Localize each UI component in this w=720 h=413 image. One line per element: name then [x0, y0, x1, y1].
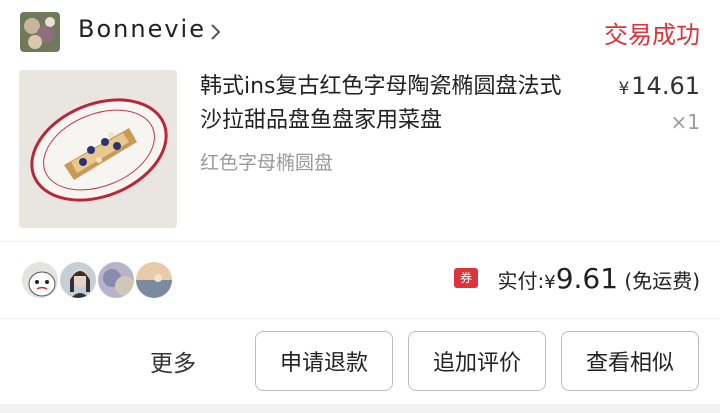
product-item[interactable]: 韩式ins复古红色字母陶瓷椭圆盘法式沙拉甜品盘鱼盘家用菜盘 红色字母椭圆盘 ¥1… — [0, 64, 720, 240]
product-title[interactable]: 韩式ins复古红色字母陶瓷椭圆盘法式沙拉甜品盘鱼盘家用菜盘 — [200, 70, 582, 138]
avatar[interactable] — [134, 260, 174, 300]
price-currency: ¥ — [618, 79, 630, 99]
more-button[interactable]: 更多 — [150, 344, 196, 378]
order-status: 交易成功 — [604, 21, 700, 49]
product-quantity: ×1 — [670, 110, 700, 134]
avatar[interactable] — [96, 260, 136, 300]
product-thumbnail[interactable] — [19, 70, 177, 228]
shop-name[interactable]: Bonnevie — [78, 15, 206, 43]
product-spec: 红色字母椭圆盘 — [200, 152, 334, 174]
shipping-note: (免运费) — [624, 269, 700, 293]
divider — [0, 318, 720, 319]
apply-refund-button[interactable]: 申请退款 — [255, 331, 393, 391]
coupon-icon: 券 — [454, 268, 478, 288]
paid-label: 实付: — [497, 269, 545, 293]
chevron-right-icon[interactable] — [206, 20, 226, 44]
shop-header: Bonnevie 交易成功 — [0, 0, 720, 64]
paid-amount: 9.61 — [555, 262, 619, 295]
view-similar-button[interactable]: 查看相似 — [561, 331, 699, 391]
order-summary: 券 实付:¥9.61 (免运费) — [0, 242, 720, 318]
paid-total: 实付:¥9.61 (免运费) — [497, 262, 700, 295]
add-review-button[interactable]: 追加评价 — [408, 331, 546, 391]
avatar[interactable] — [20, 260, 60, 300]
avatar[interactable] — [58, 260, 98, 300]
bottom-spacer — [0, 404, 720, 413]
shop-avatar[interactable] — [20, 12, 60, 52]
order-actions: 更多 申请退款 追加评价 查看相似 — [0, 320, 720, 400]
price-value: 14.61 — [631, 72, 700, 100]
paid-currency: ¥ — [544, 272, 556, 293]
product-price: ¥14.61 — [618, 72, 700, 100]
